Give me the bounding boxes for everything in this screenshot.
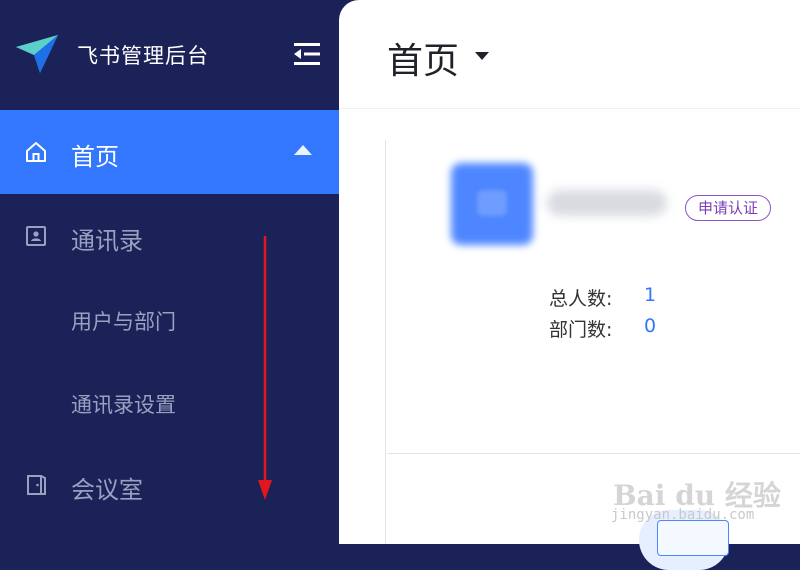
sidebar-subitem-users-departments[interactable]: 用户与部门 bbox=[0, 277, 339, 361]
collapse-menu-icon[interactable] bbox=[290, 40, 324, 68]
watermark-url: jingyan.baidu.com bbox=[611, 507, 755, 523]
stat-total-members: 总人数: 1 bbox=[549, 284, 656, 311]
apply-certification-badge[interactable]: 申请认证 bbox=[685, 195, 772, 221]
sidebar-item-home[interactable]: 首页 bbox=[0, 110, 339, 194]
brand-header: 飞书管理后台 bbox=[0, 0, 339, 108]
sidebar-item-contacts[interactable]: 通讯录 bbox=[0, 194, 339, 278]
stat-label: 总人数: bbox=[549, 288, 613, 310]
sidebar-subitem-contacts-settings[interactable]: 通讯录设置 bbox=[0, 360, 339, 444]
home-icon bbox=[26, 142, 46, 162]
sidebar-item-label: 会议室 bbox=[71, 476, 143, 504]
stat-label: 部门数: bbox=[549, 319, 613, 341]
divider bbox=[387, 453, 800, 454]
sidebar-item-meeting-room[interactable]: 会议室 bbox=[0, 443, 339, 527]
sidebar-item-label: 用户与部门 bbox=[71, 310, 176, 334]
stat-value[interactable]: 0 bbox=[644, 315, 656, 337]
main-content: 首页 申请认证 总人数: 1 部门数: 0 Bai du 经验 jingyan.… bbox=[339, 0, 800, 570]
chevron-up-icon bbox=[294, 145, 312, 155]
org-avatar-glyph bbox=[477, 190, 507, 216]
page-title: 首页 bbox=[387, 41, 460, 82]
app-title: 飞书管理后台 bbox=[77, 44, 209, 68]
stat-value[interactable]: 1 bbox=[644, 284, 656, 306]
contacts-icon bbox=[26, 226, 46, 246]
stat-departments: 部门数: 0 bbox=[549, 315, 656, 342]
sidebar-item-label: 首页 bbox=[71, 143, 119, 171]
sidebar: 飞书管理后台 首页 通讯录 用户与部门 通讯录设置 会议室 bbox=[0, 0, 339, 544]
divider bbox=[339, 108, 800, 109]
meeting-room-icon bbox=[27, 475, 46, 495]
illustration-screen bbox=[657, 520, 729, 556]
sidebar-item-label: 通讯录设置 bbox=[71, 393, 176, 417]
org-name-redacted bbox=[547, 190, 667, 216]
chevron-down-icon[interactable] bbox=[475, 52, 489, 60]
sidebar-item-label: 通讯录 bbox=[71, 227, 143, 255]
card-border bbox=[385, 140, 386, 544]
feishu-logo-icon bbox=[16, 35, 58, 73]
